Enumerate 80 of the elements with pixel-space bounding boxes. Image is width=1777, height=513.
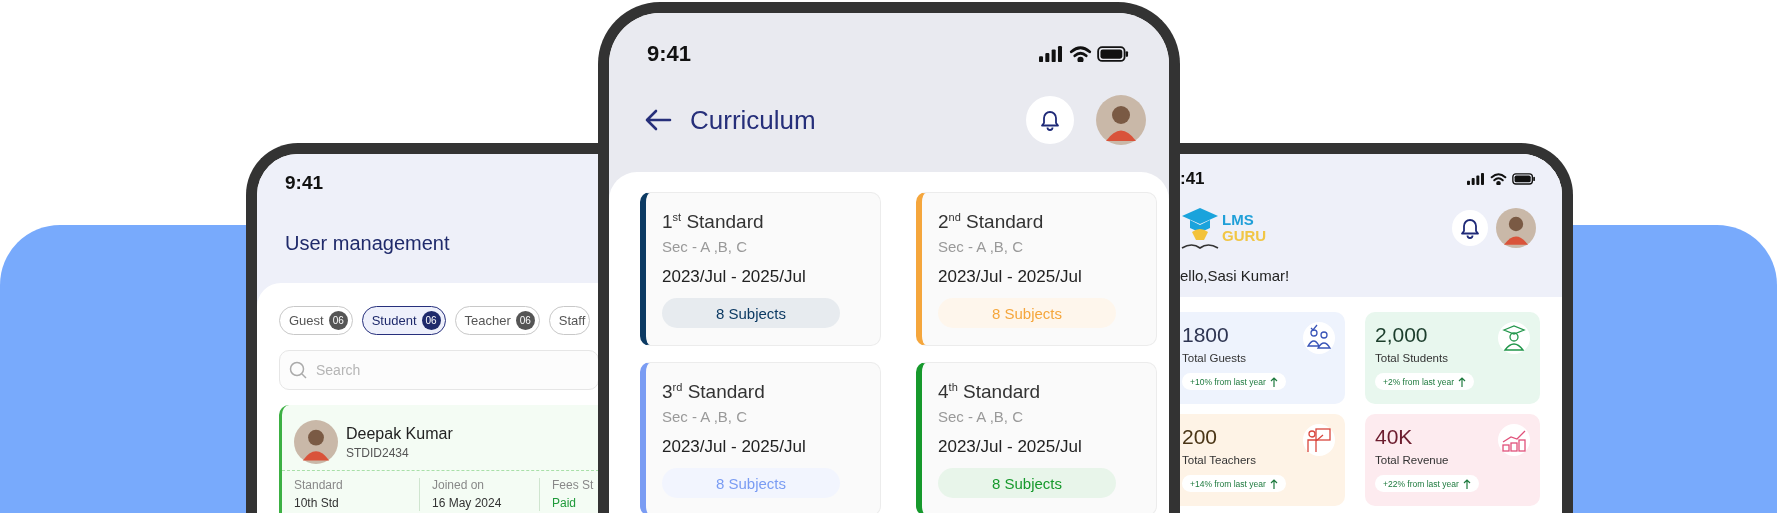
stat-card[interactable]: 1800 Total Guests +10% from last year [1180, 312, 1345, 404]
wifi-icon [1490, 173, 1508, 185]
stat-value: 200 [1182, 424, 1219, 450]
arrow-up-icon [1458, 376, 1467, 387]
stat-value: 40K [1375, 424, 1414, 450]
subjects-button[interactable]: 8 Subjects [662, 298, 840, 329]
field-label: Fees St [552, 478, 595, 493]
logo-text: LMS [1222, 212, 1255, 228]
bell-icon [1458, 216, 1482, 240]
arrow-up-icon [1269, 376, 1278, 387]
standard-card[interactable]: 2$^{nd}$ Standard Sec - A ,B, C 2023/Jul - 2025/Jul 8 Subjects [916, 192, 1157, 346]
group-icon [1305, 324, 1333, 352]
status-time: 9:41 [285, 172, 325, 194]
avatar-icon [1096, 95, 1146, 145]
student-id: STDID2434 [346, 445, 410, 460]
wifi-icon [1068, 45, 1092, 63]
status-time: :41 [1180, 169, 1205, 189]
search-icon [289, 361, 307, 379]
arrow-up-icon [1269, 478, 1278, 489]
period-text: 2023/Jul - 2025/Jul [938, 267, 1083, 288]
screen-title: Curriculum [690, 104, 817, 136]
student-name: Deepak Kumar [346, 424, 453, 443]
notification-button[interactable] [1452, 210, 1488, 246]
arrow-up-icon [1462, 478, 1471, 489]
stat-label: Total Revenue [1375, 454, 1449, 466]
search-field[interactable]: Search [279, 350, 598, 390]
stat-card[interactable]: 40K Total Revenue +22% from last year [1365, 414, 1540, 506]
field-value: 16 May 2024 [432, 496, 503, 511]
sections-text: Sec - A ,B, C [662, 238, 749, 256]
standard-card[interactable]: 3$^{rd}$ Standard Sec - A ,B, C 2023/Jul - 2025/Jul 8 Subjects [640, 362, 881, 513]
change-text: +14% from last year [1190, 478, 1266, 489]
stat-card[interactable]: 2,000 Total Students +2% from last year [1365, 312, 1540, 404]
filter-chip[interactable]: Student 06 [361, 306, 446, 335]
signal-icon [1466, 173, 1486, 185]
avatar-icon [294, 420, 338, 464]
period-text: 2023/Jul - 2025/Jul [662, 437, 807, 458]
period-text: 2023/Jul - 2025/Jul [938, 437, 1083, 458]
bell-icon [1038, 108, 1062, 132]
filter-chip[interactable]: Staff [548, 306, 591, 335]
battery-icon [1512, 173, 1536, 185]
stat-value: 1800 [1182, 322, 1230, 348]
period-text: 2023/Jul - 2025/Jul [662, 267, 807, 288]
field-value: 10th Std [294, 496, 340, 511]
standard-title: 2$^{nd}$ Standard [938, 210, 1045, 235]
back-button[interactable] [644, 108, 672, 132]
battery-icon [1096, 45, 1129, 63]
stat-card[interactable]: 200 Total Teachers +14% from last year [1180, 414, 1345, 506]
change-text: +22% from last year [1383, 478, 1459, 489]
standard-card[interactable]: 4$^{th}$ Standard Sec - A ,B, C 2023/Jul - 2025/Jul 8 Subjects [916, 362, 1157, 513]
teacher-board-icon [1305, 426, 1333, 454]
sections-text: Sec - A ,B, C [662, 408, 749, 426]
count-badge: 06 [328, 311, 348, 330]
logo-text: GURU [1222, 228, 1267, 244]
standard-title: 3$^{rd}$ Standard [662, 380, 766, 405]
greeting-text: ello,Sasi Kumar! [1180, 267, 1291, 284]
stat-label: Total Students [1375, 352, 1448, 364]
change-text: +2% from last year [1383, 376, 1455, 387]
count-badge: 06 [421, 311, 441, 330]
back-arrow-icon [644, 108, 672, 132]
stat-label: Total Teachers [1182, 454, 1256, 466]
standard-title: 1$^{st}$ Standard [662, 210, 765, 235]
change-text: +10% from last year [1190, 376, 1266, 387]
screen-title: User management [285, 231, 451, 256]
signal-icon [1038, 45, 1064, 63]
field-label: Standard [294, 478, 344, 493]
sections-text: Sec - A ,B, C [938, 238, 1025, 256]
standard-title: 4$^{th}$ Standard [938, 380, 1042, 405]
standard-card[interactable]: 1$^{st}$ Standard Sec - A ,B, C 2023/Jul - 2025/Jul 8 Subjects [640, 192, 881, 346]
stat-value: 2,000 [1375, 322, 1429, 348]
student-card[interactable]: Deepak Kumar STDID2434 Standard 10th Std Joined on 16 May 2024 Fees St Paid [279, 405, 598, 513]
filter-chip[interactable]: Teacher 06 [454, 306, 540, 335]
sections-text: Sec - A ,B, C [938, 408, 1025, 426]
filter-chip[interactable]: Guest 06 [279, 306, 353, 335]
field-value: Paid [552, 496, 578, 511]
avatar-icon [1496, 208, 1536, 248]
field-label: Joined on [432, 478, 486, 493]
notification-button[interactable] [1026, 96, 1074, 144]
count-badge: 06 [515, 311, 535, 330]
status-time: 9:41 [647, 41, 692, 67]
stat-label: Total Guests [1182, 352, 1246, 364]
